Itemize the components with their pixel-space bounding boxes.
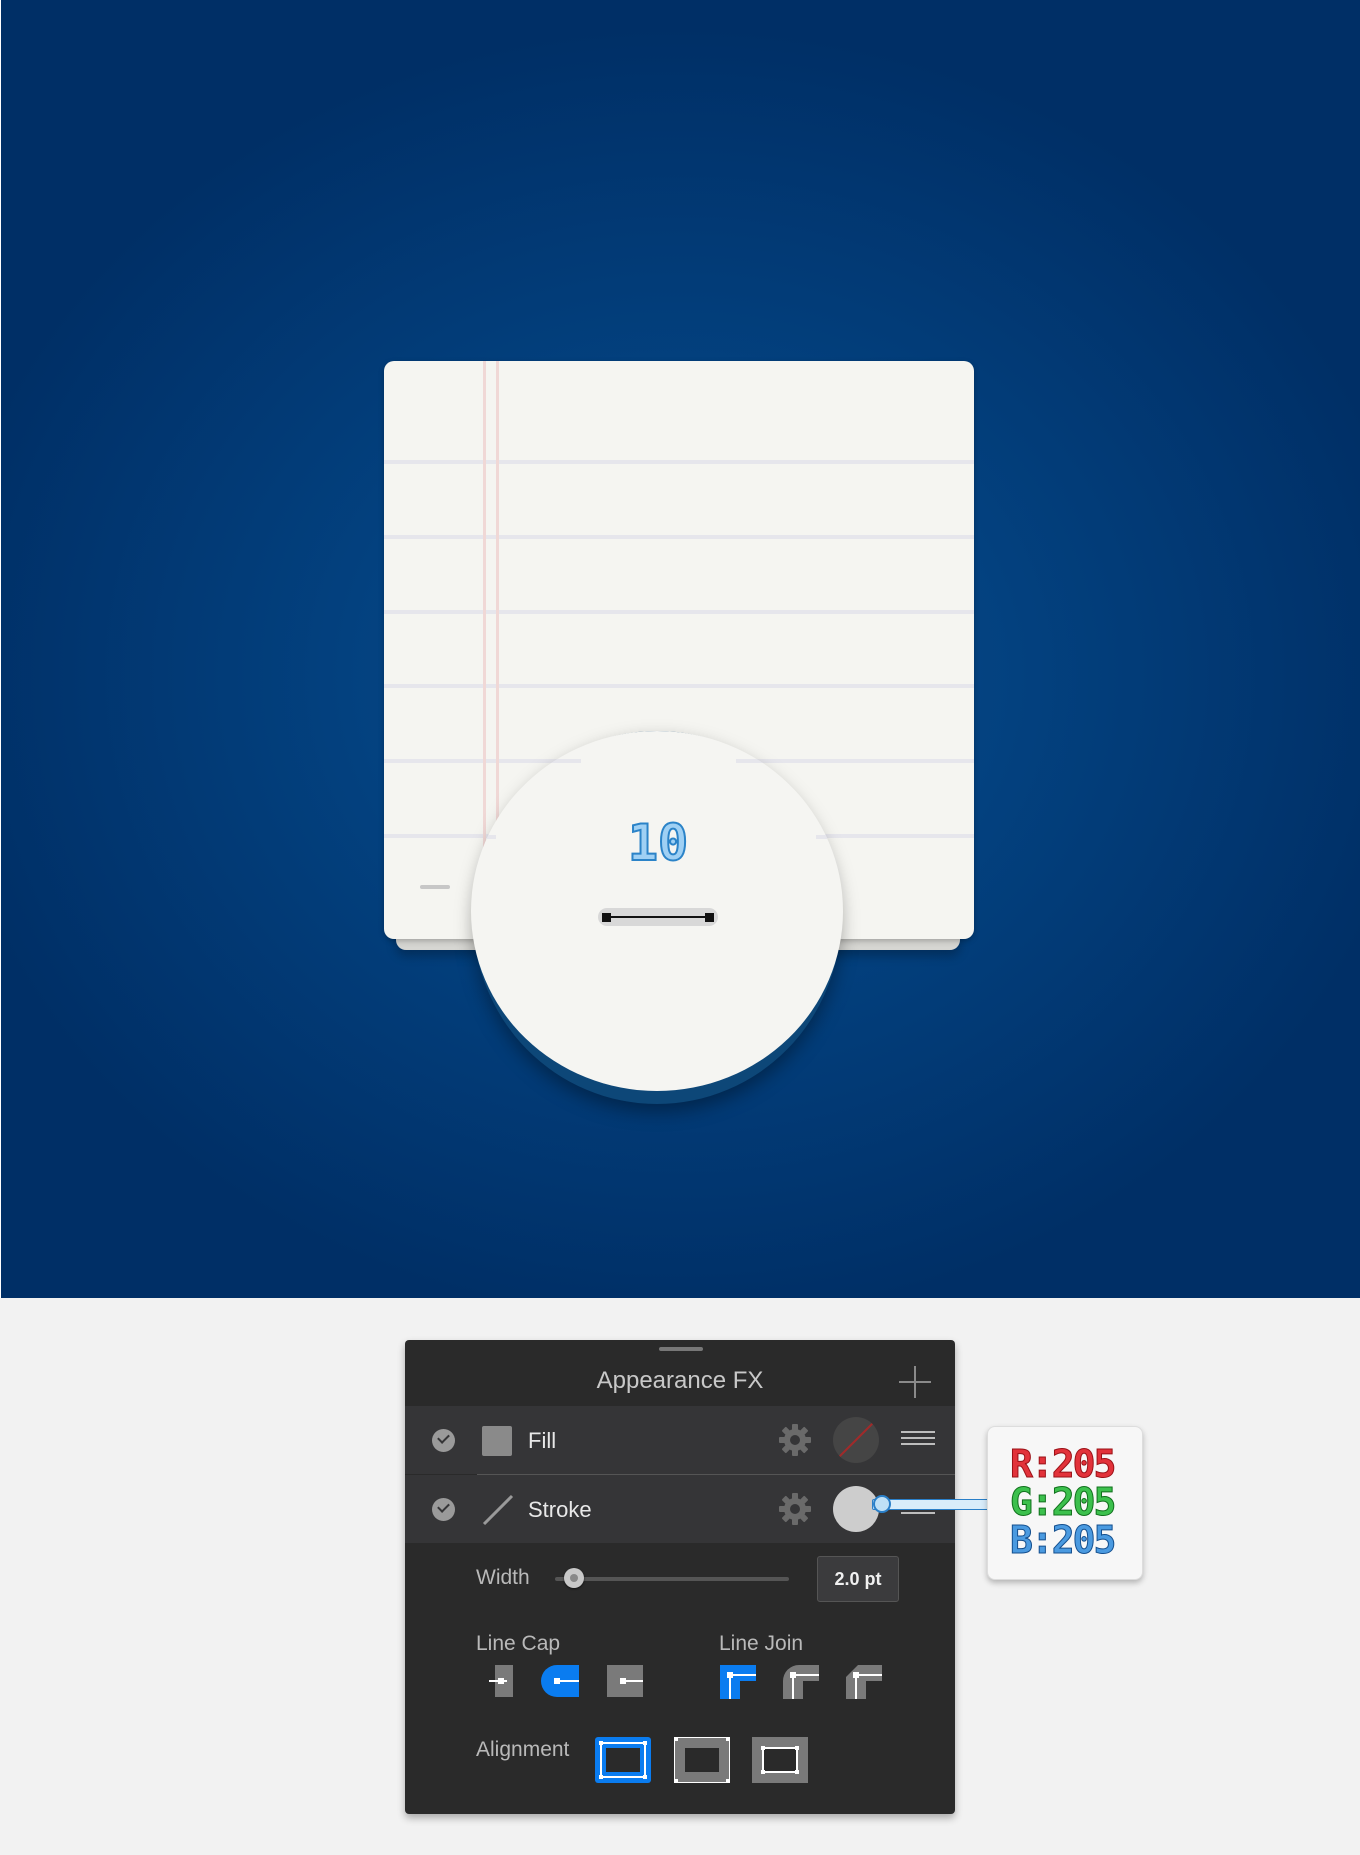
panel-title: Appearance FX	[596, 1367, 764, 1394]
row-label-fill: Fill	[528, 1428, 557, 1453]
fill-square-icon	[482, 1426, 512, 1456]
round-join-button[interactable]	[781, 1661, 821, 1701]
width-label: Width	[476, 1566, 530, 1589]
width-slider-track[interactable]	[555, 1577, 789, 1581]
gear-icon[interactable]	[778, 1492, 812, 1526]
stroke-line-icon	[482, 1494, 514, 1526]
selected-stroke-line[interactable]	[598, 908, 718, 926]
notepad-rule	[384, 535, 974, 539]
notepad-rule	[384, 684, 974, 688]
anchor-point-left[interactable]	[602, 913, 611, 922]
plus-icon[interactable]	[899, 1366, 931, 1398]
align-inside-button[interactable]	[674, 1737, 730, 1783]
appearance-panel: Appearance FX Fill Stroke Width 2.0 pt L…	[405, 1340, 955, 1814]
stroke-segment	[606, 916, 710, 918]
checkmark-icon[interactable]	[432, 1498, 455, 1521]
blue-value: B:205	[1009, 1518, 1116, 1562]
green-value: G:205	[1009, 1480, 1116, 1524]
anchor-point-right[interactable]	[705, 913, 714, 922]
projecting-cap-button[interactable]	[605, 1663, 645, 1699]
canvas-border	[0, 0, 1, 1298]
hamburger-menu-icon[interactable]	[901, 1430, 935, 1448]
align-outside-button[interactable]	[752, 1737, 808, 1783]
butt-cap-button[interactable]	[489, 1663, 515, 1699]
gear-icon[interactable]	[778, 1423, 812, 1457]
notepad-rule	[384, 460, 974, 464]
zoom-rule	[736, 759, 843, 763]
row-label-stroke: Stroke	[528, 1497, 592, 1522]
zoom-lens: 10	[471, 731, 843, 1091]
zoom-rule	[471, 759, 581, 763]
appearance-row-fill[interactable]: Fill	[405, 1406, 955, 1474]
width-slider-knob[interactable]	[564, 1568, 584, 1588]
round-cap-button[interactable]	[541, 1663, 581, 1699]
zoom-rule	[471, 835, 496, 839]
bevel-join-button[interactable]	[844, 1661, 884, 1701]
callout-anchor-dot	[873, 1495, 891, 1513]
checkmark-icon[interactable]	[432, 1429, 455, 1452]
notepad-rule	[384, 610, 974, 614]
no-color-swatch[interactable]	[833, 1417, 879, 1463]
miter-join-button[interactable]	[718, 1661, 758, 1701]
rgb-value-callout: R:205 G:205 B:205	[987, 1426, 1143, 1580]
notepad-dash	[420, 885, 450, 889]
panel-grab-handle[interactable]	[659, 1347, 703, 1351]
line-cap-label: Line Cap	[476, 1632, 561, 1655]
width-value-field[interactable]: 2.0 pt	[817, 1556, 899, 1602]
alignment-label: Alignment	[476, 1738, 570, 1761]
artboard-canvas: 10	[0, 0, 1360, 1298]
zoom-rule	[816, 835, 843, 839]
line-join-label: Line Join	[719, 1632, 804, 1655]
red-value: R:205	[1009, 1442, 1116, 1486]
zoom-level-number: 10	[627, 813, 689, 873]
align-center-button[interactable]	[595, 1737, 651, 1783]
